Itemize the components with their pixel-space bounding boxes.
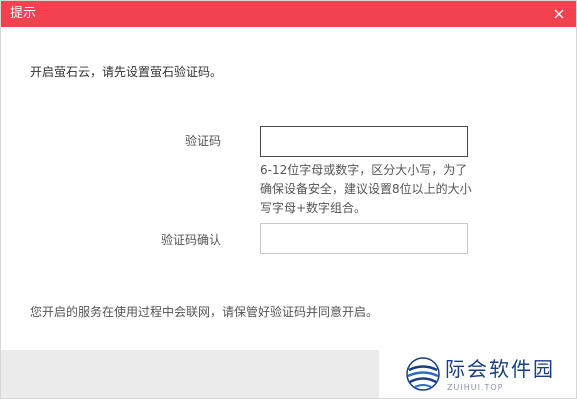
code-hint: 6-12位字母或数字，区分大小写，为了确保设备安全，建议设置8位以上的大小写字母…	[260, 163, 472, 215]
confirm-code-input[interactable]	[260, 223, 468, 254]
dialog-title: 提示	[10, 6, 37, 21]
watermark-url: ZUIHUI.TOP	[447, 383, 504, 392]
code-label: 验证码	[184, 134, 221, 148]
watermark-name: 际会软件园	[445, 357, 555, 381]
close-icon[interactable]	[550, 5, 568, 23]
dialog-titlebar: 提示	[1, 1, 576, 27]
dialog-footer	[1, 350, 379, 398]
code-input[interactable]	[260, 126, 468, 157]
globe-logo-icon	[406, 357, 440, 391]
confirm-code-label: 验证码确认	[160, 233, 221, 247]
network-notice: 您开启的服务在使用过程中会联网，请保管好验证码并同意开启。	[30, 305, 379, 319]
verification-code-dialog: 提示 开启萤石云，请先设置萤石验证码。 验证码 6-12位字母或数字，区分大小写…	[0, 0, 577, 399]
intro-text: 开启萤石云，请先设置萤石验证码。	[30, 65, 223, 79]
watermark: 际会软件园 ZUIHUI.TOP	[400, 350, 576, 398]
